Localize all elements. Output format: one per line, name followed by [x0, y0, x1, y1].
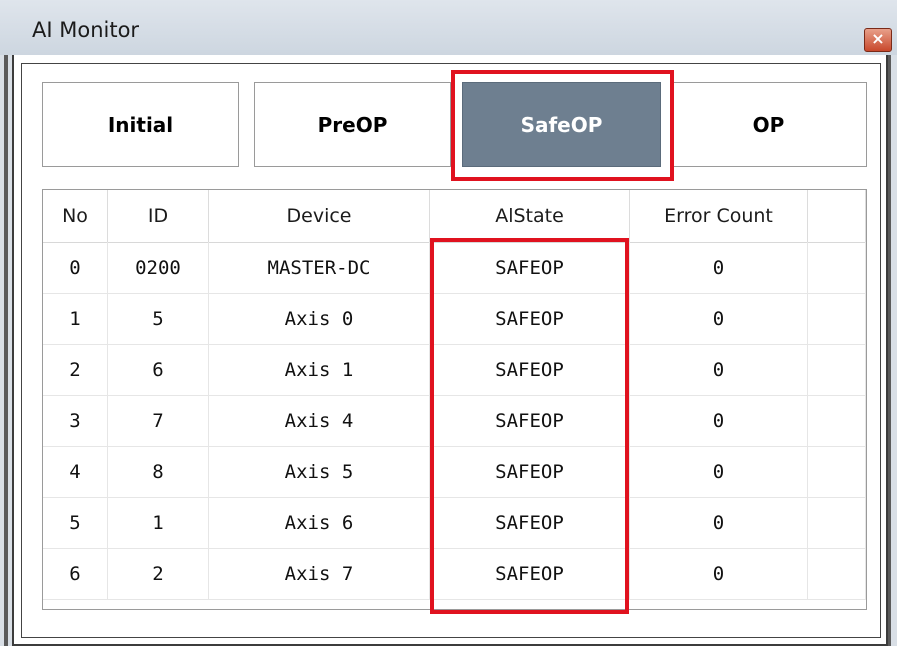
cell-no: 1 [43, 293, 108, 344]
cell-device: Axis 1 [209, 344, 430, 395]
cell-id: 7 [108, 395, 209, 446]
header-filler [808, 190, 866, 242]
cell-alstate: SAFEOP [430, 548, 630, 599]
cell-device: Axis 0 [209, 293, 430, 344]
cell-error-count: 0 [630, 548, 808, 599]
cell-error-count: 0 [630, 242, 808, 293]
header-error-count[interactable]: Error Count [630, 190, 808, 242]
op-button[interactable]: OP [670, 82, 867, 167]
cell-device: Axis 6 [209, 497, 430, 548]
table-row[interactable]: 0 0200 MASTER-DC SAFEOP 0 [43, 242, 866, 294]
header-id[interactable]: ID [108, 190, 209, 242]
window-left-border [0, 55, 12, 646]
window-title: AI Monitor [32, 18, 140, 42]
cell-error-count: 0 [630, 395, 808, 446]
cell-alstate: SAFEOP [430, 344, 630, 395]
cell-device: Axis 4 [209, 395, 430, 446]
cell-filler [808, 395, 866, 446]
cell-error-count: 0 [630, 293, 808, 344]
table-row[interactable]: 1 5 Axis 0 SAFEOP 0 [43, 293, 866, 345]
cell-no: 5 [43, 497, 108, 548]
cell-no: 0 [43, 242, 108, 293]
cell-alstate: SAFEOP [430, 293, 630, 344]
table-row[interactable]: 6 2 Axis 7 SAFEOP 0 [43, 548, 866, 600]
cell-id: 5 [108, 293, 209, 344]
cell-id: 2 [108, 548, 209, 599]
close-button[interactable]: × [864, 28, 892, 52]
cell-error-count: 0 [630, 446, 808, 497]
header-alstate[interactable]: AlState [430, 190, 630, 242]
table-row[interactable]: 4 8 Axis 5 SAFEOP 0 [43, 446, 866, 498]
cell-device: Axis 5 [209, 446, 430, 497]
cell-filler [808, 242, 866, 293]
cell-device: Axis 7 [209, 548, 430, 599]
header-device[interactable]: Device [209, 190, 430, 242]
slave-state-table[interactable]: No ID Device AlState Error Count 0 0200 … [42, 189, 867, 610]
cell-error-count: 0 [630, 497, 808, 548]
title-bar: AI Monitor × [0, 0, 897, 56]
cell-filler [808, 497, 866, 548]
cell-id: 0200 [108, 242, 209, 293]
cell-no: 3 [43, 395, 108, 446]
op-button-label: OP [752, 112, 785, 137]
safeop-button-label: SafeOP [520, 112, 603, 137]
cell-error-count: 0 [630, 344, 808, 395]
table-header: No ID Device AlState Error Count [43, 190, 866, 243]
table-row[interactable]: 2 6 Axis 1 SAFEOP 0 [43, 344, 866, 396]
header-no[interactable]: No [43, 190, 108, 242]
cell-alstate: SAFEOP [430, 395, 630, 446]
cell-alstate: SAFEOP [430, 242, 630, 293]
initial-button-label: Initial [107, 112, 174, 137]
cell-id: 1 [108, 497, 209, 548]
table-row[interactable]: 3 7 Axis 4 SAFEOP 0 [43, 395, 866, 447]
cell-filler [808, 548, 866, 599]
preop-button-label: PreOP [317, 112, 388, 137]
cell-no: 4 [43, 446, 108, 497]
preop-button[interactable]: PreOP [254, 82, 451, 167]
safeop-button[interactable]: SafeOP [462, 82, 661, 167]
cell-filler [808, 446, 866, 497]
cell-filler [808, 344, 866, 395]
cell-no: 2 [43, 344, 108, 395]
cell-device: MASTER-DC [209, 242, 430, 293]
cell-id: 6 [108, 344, 209, 395]
cell-alstate: SAFEOP [430, 497, 630, 548]
cell-alstate: SAFEOP [430, 446, 630, 497]
cell-no: 6 [43, 548, 108, 599]
window-right-border [888, 55, 897, 646]
cell-filler [808, 293, 866, 344]
cell-id: 8 [108, 446, 209, 497]
close-icon: × [871, 29, 885, 48]
table-row[interactable]: 5 1 Axis 6 SAFEOP 0 [43, 497, 866, 549]
initial-button[interactable]: Initial [42, 82, 239, 167]
